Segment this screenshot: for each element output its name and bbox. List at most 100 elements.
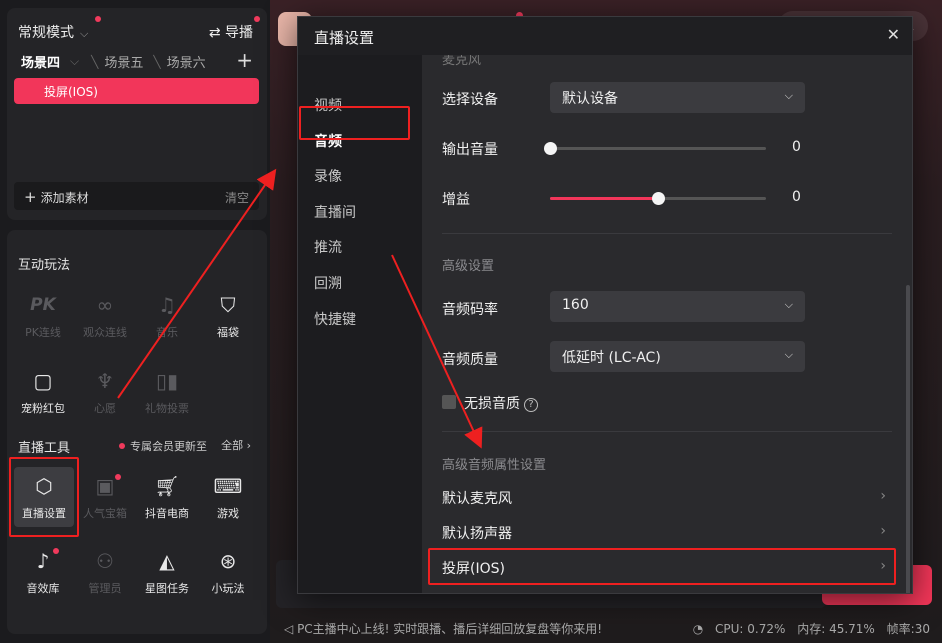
wish-label: 心愿 xyxy=(94,402,116,415)
vote-icon: ▯▮ xyxy=(155,369,178,393)
live-settings-button[interactable]: ⬡ 直播设置 xyxy=(14,467,74,527)
advanced-audio-heading: 高级音频属性设置 xyxy=(442,458,547,473)
switch-icon: ⇄ xyxy=(208,25,221,41)
device-select-value: 默认设备 xyxy=(562,91,618,107)
help-icon[interactable]: ? xyxy=(524,398,538,412)
ecommerce-button[interactable]: 🛒︎ 抖音电商 xyxy=(137,471,197,521)
output-volume-slider[interactable] xyxy=(544,142,766,155)
tab-scene-6[interactable]: 场景六 xyxy=(167,52,206,71)
clear-button[interactable]: 清空 xyxy=(225,189,249,206)
fps-readout: 帧率:30 xyxy=(886,622,930,636)
wish-button[interactable]: ♆ 心愿 xyxy=(75,366,135,416)
lossless-checkbox[interactable] xyxy=(442,395,456,409)
tab-scene-4[interactable]: 场景四 xyxy=(21,52,60,71)
sound-library-button[interactable]: ♪ 音效库 xyxy=(13,546,73,596)
close-icon[interactable]: ✕ xyxy=(887,25,900,44)
all-tools-link[interactable]: 全部 › xyxy=(221,437,251,453)
live-settings-label: 直播设置 xyxy=(22,507,66,520)
chevron-right-icon: › xyxy=(880,558,886,574)
plus-icon: + xyxy=(24,188,37,206)
nav-stream[interactable]: 推流 xyxy=(314,237,342,257)
divider-icon: ╲ xyxy=(153,54,161,69)
nav-replay[interactable]: 回溯 xyxy=(314,273,342,293)
guide-button[interactable]: ⇄ 导播 xyxy=(209,22,253,42)
default-mic-link[interactable]: 默认麦克风 › xyxy=(442,488,892,508)
mini-game-label: 小玩法 xyxy=(211,582,245,595)
mini-game-button[interactable]: ⊛ 小玩法 xyxy=(198,546,258,596)
nav-shortcuts[interactable]: 快捷键 xyxy=(314,309,356,329)
gain-label: 增益 xyxy=(442,192,470,208)
gift-vote-button[interactable]: ▯▮ 礼物投票 xyxy=(137,366,197,416)
notification-dot xyxy=(95,16,101,22)
interactive-title: 互动玩法 xyxy=(18,258,71,273)
lossless-label: 无损音质? xyxy=(464,393,538,413)
bitrate-select[interactable]: 160 ⌵ xyxy=(550,291,805,322)
red-packet-button[interactable]: ▢ 宠粉红包 xyxy=(13,366,73,416)
nav-live-room[interactable]: 直播间 xyxy=(314,202,356,222)
add-scene-icon[interactable]: + xyxy=(236,48,253,72)
lucky-bag-label: 福袋 xyxy=(217,326,239,339)
chevron-right-icon: › xyxy=(246,439,251,452)
tools-panel: 互动玩法 PK PK连线 ∞ 观众连线 ♫ 音乐 ⛉ 福袋 ▢ 宠粉红包 ♆ 心愿 ▯▮ 礼物… xyxy=(7,230,267,634)
default-speaker-link[interactable]: 默认扬声器 › xyxy=(442,523,892,543)
chevron-right-icon: › xyxy=(880,523,886,539)
chevron-down-icon: ⌵ xyxy=(784,348,793,361)
quality-select[interactable]: 低延时 (LC-AC) ⌵ xyxy=(550,341,805,372)
lossless-label-text: 无损音质 xyxy=(464,396,520,412)
source-label: 投屏(IOS) xyxy=(44,85,98,99)
performance-icon: ◔ xyxy=(692,622,704,636)
nav-video[interactable]: 视频 xyxy=(314,95,342,115)
add-source-button[interactable]: + 添加素材 xyxy=(24,188,89,206)
source-item-ios[interactable]: 投屏(IOS) xyxy=(14,78,259,104)
chevron-down-icon: ⌵ xyxy=(784,89,793,102)
audience-link-button[interactable]: ∞ 观众连线 xyxy=(75,290,135,340)
mini-game-icon: ⊛ xyxy=(219,549,237,573)
pk-icon: PK xyxy=(30,295,56,315)
nav-recording[interactable]: 录像 xyxy=(314,166,342,186)
divider xyxy=(442,431,892,432)
cpu-usage: CPU: 0.72% xyxy=(715,622,786,636)
ios-cast-link[interactable]: 投屏(IOS) › xyxy=(442,558,892,578)
music-button[interactable]: ♫ 音乐 xyxy=(137,290,197,340)
output-volume-label: 输出音量 xyxy=(442,142,498,158)
gain-slider[interactable] xyxy=(550,192,766,205)
bitrate-select-value: 160 xyxy=(562,297,589,313)
gamepad-icon: ⌨ xyxy=(213,474,243,498)
slider-fill xyxy=(550,197,658,200)
nav-audio[interactable]: 音频 xyxy=(314,131,342,151)
default-mic-label: 默认麦克风 xyxy=(442,491,512,507)
mode-selector[interactable]: 常规模式 ⌵ xyxy=(18,22,88,42)
link-icon: ∞ xyxy=(96,293,114,317)
status-message[interactable]: ◁ PC主播中心上线! 实时跟播、播后详细回放复盘等你来用! xyxy=(284,620,602,637)
quality-select-value: 低延时 (LC-AC) xyxy=(562,350,661,366)
live-settings-dialog: 直播设置 ✕ 视频 音频 录像 直播间 推流 回溯 快捷键 麦克风 选择设备 默… xyxy=(297,16,913,594)
pk-button[interactable]: PK PK连线 xyxy=(13,290,73,340)
mode-label: 常规模式 xyxy=(18,25,74,41)
add-source-label: 添加素材 xyxy=(40,191,89,205)
ecommerce-label: 抖音电商 xyxy=(145,507,189,520)
audio-settings-content: 麦克风 选择设备 默认设备 ⌵ 输出音量 0 增益 0 高级设置 音频码率 160… xyxy=(422,55,912,593)
slider-knob[interactable] xyxy=(544,142,557,155)
treasure-box-button[interactable]: ▣ 人气宝箱 xyxy=(75,471,135,521)
treasure-box-label: 人气宝箱 xyxy=(83,507,127,520)
default-speaker-label: 默认扬声器 xyxy=(442,526,512,542)
slider-knob[interactable] xyxy=(652,192,665,205)
star-task-button[interactable]: ◭ 星图任务 xyxy=(137,546,197,596)
admin-button[interactable]: ⚇ 管理员 xyxy=(75,546,135,596)
chevron-down-icon[interactable]: ⌵ xyxy=(70,54,79,69)
tab-scene-5[interactable]: 场景五 xyxy=(104,52,143,71)
device-select[interactable]: 默认设备 ⌵ xyxy=(550,82,805,113)
scrollbar[interactable] xyxy=(906,285,910,593)
add-source-bar: + 添加素材 清空 xyxy=(14,182,259,210)
member-notice[interactable]: 专属会员更新至 xyxy=(119,438,207,454)
chevron-down-icon: ⌵ xyxy=(784,298,793,311)
music-icon: ♫ xyxy=(158,293,176,317)
divider-icon: ╲ xyxy=(91,54,99,69)
admin-label: 管理员 xyxy=(88,582,122,595)
advanced-heading: 高级设置 xyxy=(442,259,495,274)
lucky-bag-button[interactable]: ⛉ 福袋 xyxy=(198,290,258,340)
all-label: 全部 xyxy=(221,439,244,452)
game-button[interactable]: ⌨ 游戏 xyxy=(198,471,258,521)
device-label: 选择设备 xyxy=(442,92,498,108)
status-message-text: PC主播中心上线! 实时跟播、播后详细回放复盘等你来用! xyxy=(297,622,603,636)
